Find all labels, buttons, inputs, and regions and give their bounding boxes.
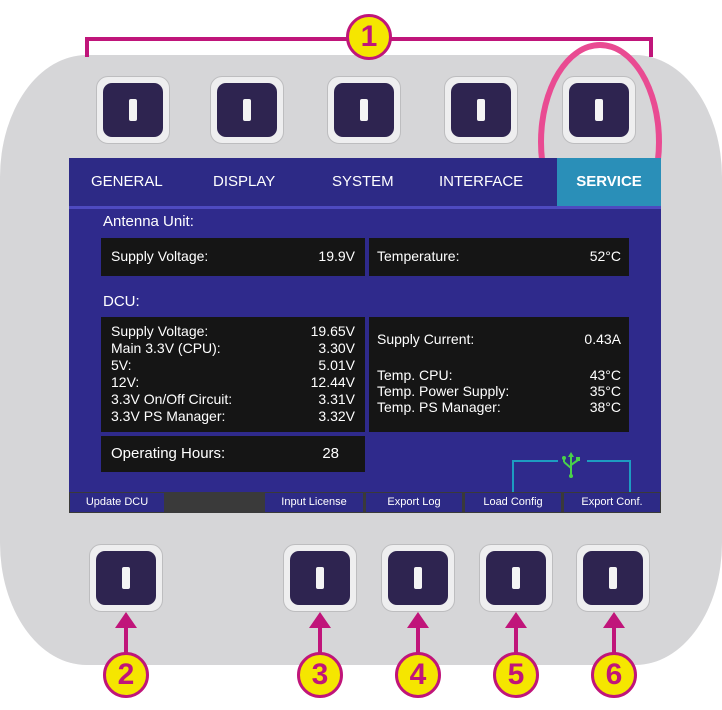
- softkey-row: Update DCU Input License Export Log Load…: [69, 492, 661, 513]
- tab-bar: GENERAL DISPLAY SYSTEM INTERFACE SERVICE: [69, 158, 661, 209]
- dcu-current-temp-panel: Supply Current: 0.43A Temp. CPU: 43°C Te…: [369, 317, 629, 432]
- softkey-load-config[interactable]: Load Config: [465, 493, 561, 512]
- temp-label-1: Temp. Power Supply:: [377, 383, 510, 399]
- dcu-voltage-label-4: 3.3V On/Off Circuit:: [111, 391, 233, 407]
- dcu-voltage-value-2: 5.01V: [318, 357, 355, 373]
- supply-current-value: 0.43A: [584, 331, 621, 347]
- tab-display[interactable]: DISPLAY: [213, 158, 275, 206]
- antenna-heading: Antenna Unit:: [103, 213, 194, 230]
- dcu-voltage-panel: Supply Voltage: 19.65V Main 3.3V (CPU): …: [101, 317, 365, 432]
- callout-5: 5: [493, 652, 539, 698]
- antenna-voltage-panel: Supply Voltage: 19.9V: [101, 238, 365, 276]
- callout-6: 6: [591, 652, 637, 698]
- usb-line-right: [587, 460, 631, 494]
- bottom-hw-button-5[interactable]: [576, 544, 650, 612]
- softkey-update-dcu[interactable]: Update DCU: [70, 493, 164, 512]
- usb-line-left: [512, 460, 558, 494]
- callout-2: 2: [103, 652, 149, 698]
- dcu-heading: DCU:: [103, 293, 140, 310]
- callout-3: 3: [297, 652, 343, 698]
- callout-1: 1: [346, 14, 392, 60]
- dcu-voltage-value-3: 12.44V: [310, 374, 355, 390]
- dcu-voltage-label-3: 12V:: [111, 374, 140, 390]
- tab-system[interactable]: SYSTEM: [332, 158, 394, 206]
- temp-value-2: 38°C: [589, 399, 621, 415]
- temp-value-1: 35°C: [589, 383, 621, 399]
- dcu-voltage-value-5: 3.32V: [318, 408, 355, 424]
- temp-label-2: Temp. PS Manager:: [377, 399, 501, 415]
- bottom-hw-button-4[interactable]: [479, 544, 553, 612]
- dcu-voltage-label-0: Supply Voltage:: [111, 323, 209, 339]
- dcu-voltage-value-1: 3.30V: [318, 340, 355, 356]
- dcu-voltage-label-1: Main 3.3V (CPU):: [111, 340, 221, 356]
- antenna-temperature-panel: Temperature: 52°C: [369, 238, 629, 276]
- tab-interface[interactable]: INTERFACE: [439, 158, 523, 206]
- operating-hours-value: 28: [322, 445, 339, 462]
- supply-current-label: Supply Current:: [377, 331, 475, 347]
- dcu-voltage-value-0: 19.65V: [310, 323, 355, 339]
- bottom-hw-button-3[interactable]: [381, 544, 455, 612]
- top-hw-button-3[interactable]: [327, 76, 401, 144]
- top-hw-button-1[interactable]: [96, 76, 170, 144]
- operating-hours-label: Operating Hours:: [111, 445, 226, 462]
- callout-bracket-right: [649, 37, 653, 57]
- bottom-hw-button-2[interactable]: [283, 544, 357, 612]
- bottom-hw-button-1[interactable]: [89, 544, 163, 612]
- callout-4: 4: [395, 652, 441, 698]
- callout-bracket-left: [85, 37, 89, 57]
- dcu-voltage-label-5: 3.3V PS Manager:: [111, 408, 226, 424]
- tab-service[interactable]: SERVICE: [557, 158, 661, 206]
- antenna-temperature-label: Temperature:: [377, 248, 460, 264]
- dcu-voltage-label-2: 5V:: [111, 357, 132, 373]
- softkey-export-log[interactable]: Export Log: [366, 493, 462, 512]
- softkey-export-conf[interactable]: Export Conf.: [564, 493, 660, 512]
- temp-value-0: 43°C: [589, 367, 621, 383]
- temp-label-0: Temp. CPU:: [377, 367, 453, 383]
- top-hw-button-4[interactable]: [444, 76, 518, 144]
- top-hw-button-2[interactable]: [210, 76, 284, 144]
- usb-icon: [562, 452, 580, 478]
- operating-hours-panel: Operating Hours: 28: [101, 436, 365, 472]
- antenna-voltage-label: Supply Voltage:: [111, 248, 209, 264]
- antenna-voltage-value: 19.9V: [318, 248, 355, 264]
- softkey-input-license[interactable]: Input License: [265, 493, 363, 512]
- dcu-voltage-value-4: 3.31V: [318, 391, 355, 407]
- tab-general[interactable]: GENERAL: [91, 158, 163, 206]
- antenna-temperature-value: 52°C: [589, 248, 621, 264]
- display-screen: GENERAL DISPLAY SYSTEM INTERFACE SERVICE…: [69, 158, 661, 513]
